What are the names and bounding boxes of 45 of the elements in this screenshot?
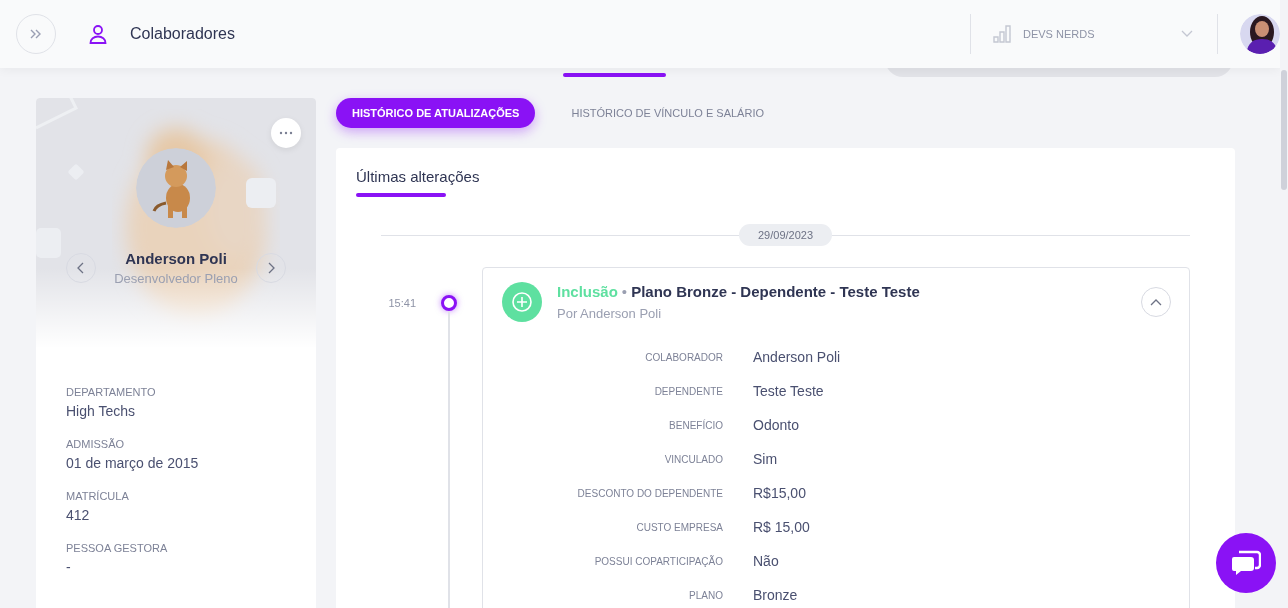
plus-circle-icon	[502, 282, 542, 322]
tab[interactable]: HISTÓRICO DE ATUALIZAÇÕES	[336, 98, 536, 128]
chat-icon	[1231, 549, 1261, 577]
detail-value: Sim	[753, 451, 779, 467]
entry-time: 15:41	[387, 296, 416, 311]
detail-label: PLANO	[688, 589, 723, 601]
entry-title: Plano Bronze - Dependente - Teste Teste	[631, 283, 920, 300]
timeline-dot	[441, 295, 457, 311]
tab[interactable]: HISTÓRICO DE VÍNCULO E SALÁRIO	[555, 98, 780, 128]
scrollbar-thumb[interactable]	[1281, 70, 1287, 190]
company-selector[interactable]: DEVS NERDS	[970, 14, 1218, 54]
detail-label: DEPENDENTE	[653, 385, 723, 397]
chevron-up-icon	[1150, 298, 1162, 306]
field-value: 01 de março de 2015	[66, 455, 200, 471]
date-label: 29/09/2023	[738, 224, 833, 246]
detail-label: POSSUI COPARTICIPAÇÃO	[593, 555, 723, 567]
chevron-down-icon	[1181, 30, 1193, 38]
field-value: High Techs	[66, 403, 136, 419]
user-icon	[88, 24, 108, 44]
detail-label: CUSTO EMPRESA	[635, 521, 723, 533]
double-chevron-icon	[29, 28, 43, 40]
field-value: 412	[66, 507, 91, 523]
bar-chart-icon	[993, 25, 1011, 43]
detail-value: R$ 15,00	[753, 519, 811, 535]
field-value: -	[66, 559, 72, 575]
detail-label: COLABORADOR	[644, 351, 723, 363]
separator: •	[621, 283, 628, 300]
field-label: ADMISSÃO	[66, 438, 126, 450]
detail-value: Não	[753, 553, 780, 569]
detail-label: VINCULADO	[663, 453, 723, 465]
detail-value: Anderson Poli	[753, 349, 842, 365]
action-label: Inclusão	[557, 283, 618, 300]
detail-label: DESCONTO DO DEPENDENTE	[576, 487, 723, 499]
detail-value: Odonto	[753, 417, 800, 433]
page-title: Colaboradores	[130, 25, 235, 43]
detail-label: BENEFÍCIO	[668, 419, 723, 431]
section-title: Últimas alterações	[356, 168, 480, 185]
detail-value: R$15,00	[753, 485, 807, 501]
entry-author: Por Anderson Poli	[557, 306, 663, 321]
detail-value: Teste Teste	[753, 383, 825, 399]
field-label: DEPARTAMENTO	[66, 386, 157, 398]
field-label: PESSOA GESTORA	[66, 542, 169, 554]
detail-value: Bronze	[753, 587, 799, 603]
chat-button[interactable]	[1216, 533, 1276, 593]
field-label: MATRÍCULA	[66, 490, 130, 502]
